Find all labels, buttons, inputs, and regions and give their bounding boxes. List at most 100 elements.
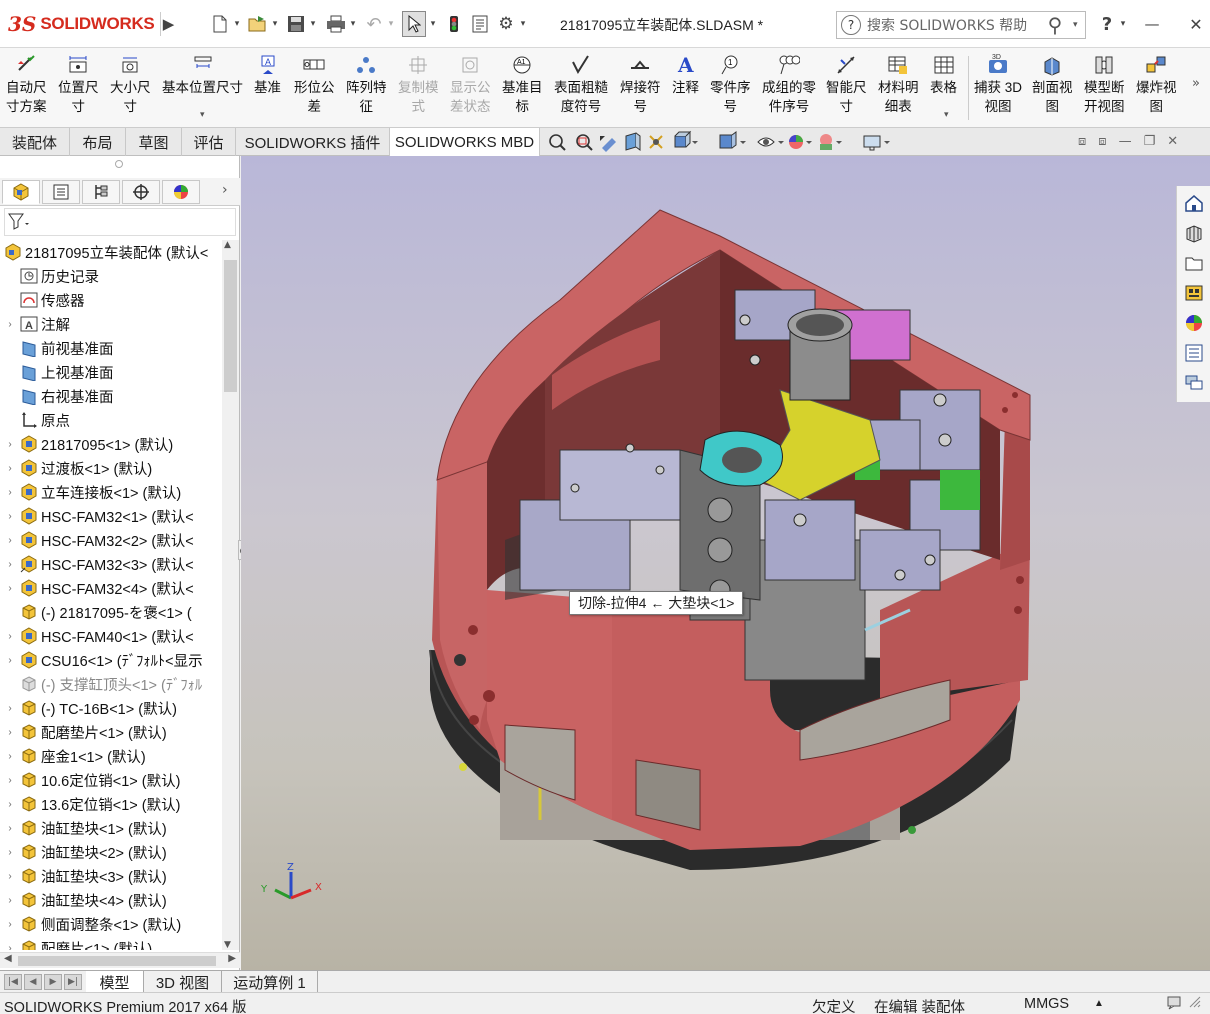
tree-item[interactable]: 历史记录 bbox=[0, 264, 222, 288]
tree-expand-chevron-icon[interactable]: › bbox=[4, 943, 16, 951]
command-model-break-view[interactable]: 模型断 开视图 bbox=[1084, 54, 1125, 116]
undo-icon[interactable]: ↶ bbox=[362, 12, 386, 36]
command-capture-3d-view[interactable]: 3D 捕获 3D 视图 bbox=[974, 54, 1022, 116]
tree-item[interactable]: › (-) TC-16B<1> (默认) bbox=[0, 696, 222, 720]
tab-2[interactable]: 草图 bbox=[126, 128, 182, 156]
command-copy-scheme[interactable]: 复制模式 bbox=[398, 54, 439, 116]
tree-item[interactable]: 上视基准面 bbox=[0, 360, 222, 384]
graphics-area[interactable]: Y Z X bbox=[241, 156, 1210, 970]
panel-tabs-more-icon[interactable]: › bbox=[222, 182, 228, 198]
print-dropdown-icon[interactable]: ▾ bbox=[348, 12, 358, 36]
tree-expand-chevron-icon[interactable]: › bbox=[4, 871, 16, 882]
appearances-scenes-icon[interactable] bbox=[1181, 310, 1207, 336]
tree-scroll-thumb[interactable] bbox=[224, 260, 237, 392]
viewport-close-icon[interactable]: ✕ bbox=[1167, 134, 1178, 152]
command-geometric-tolerance[interactable]: 形位公差 bbox=[294, 54, 335, 116]
tree-expand-chevron-icon[interactable]: › bbox=[4, 559, 16, 570]
menu-expand-arrow-icon[interactable]: ▶ bbox=[160, 12, 176, 36]
tree-item[interactable]: › 过渡板<1> (默认) bbox=[0, 456, 222, 480]
property-manager-tab-icon[interactable] bbox=[42, 180, 80, 204]
tree-item[interactable]: › 配磨垫片<1> (默认) bbox=[0, 720, 222, 744]
tree-expand-chevron-icon[interactable]: › bbox=[4, 463, 16, 474]
tree-expand-chevron-icon[interactable]: › bbox=[4, 439, 16, 450]
command-weld-symbol[interactable]: 焊接符号 bbox=[620, 54, 661, 116]
tree-item[interactable]: › 油缸垫块<3> (默认) bbox=[0, 864, 222, 888]
tree-item[interactable]: › HSC-FAM32<2> (默认< bbox=[0, 528, 222, 552]
section-view-toggle-icon[interactable] bbox=[625, 132, 641, 151]
next-tab-icon[interactable]: ▶ bbox=[44, 974, 62, 990]
viewport-tile-right-icon[interactable]: ⧈ bbox=[1098, 134, 1106, 152]
save-icon[interactable] bbox=[284, 12, 308, 36]
tree-filter-box[interactable] bbox=[4, 208, 236, 236]
display-manager-tab-icon[interactable] bbox=[162, 180, 200, 204]
save-dropdown-icon[interactable]: ▾ bbox=[308, 12, 318, 36]
command-bom[interactable]: 材料明 细表 bbox=[878, 54, 919, 116]
feature-manager-tab-icon[interactable] bbox=[2, 180, 40, 204]
tab-4[interactable]: SOLIDWORKS 插件 bbox=[236, 128, 390, 156]
options-dropdown-icon[interactable]: ▾ bbox=[518, 12, 528, 36]
bottom-tab-1[interactable]: 3D 视图 bbox=[144, 971, 222, 993]
prev-tab-icon[interactable]: ◀ bbox=[24, 974, 42, 990]
view-palette-icon[interactable] bbox=[1181, 280, 1207, 306]
bottom-tab-2[interactable]: 运动算例 1 bbox=[222, 971, 318, 993]
command-smart-dimension[interactable]: 智能尺寸 bbox=[826, 54, 867, 116]
file-properties-icon[interactable] bbox=[468, 12, 492, 36]
command-surface-finish[interactable]: 表面粗糙 度符号 bbox=[554, 54, 608, 116]
help-dropdown-icon[interactable]: ▾ bbox=[1118, 12, 1128, 36]
notification-icon[interactable] bbox=[1166, 994, 1182, 1014]
tree-item[interactable]: › HSC-FAM32<3> (默认< bbox=[0, 552, 222, 576]
tree-expand-chevron-icon[interactable]: › bbox=[4, 487, 16, 498]
command-section-view[interactable]: 剖面视图 bbox=[1032, 54, 1073, 116]
rebuild-traffic-light-icon[interactable] bbox=[444, 12, 464, 36]
tree-item[interactable]: › 21817095<1> (默认) bbox=[0, 432, 222, 456]
tree-item[interactable]: › 10.6定位销<1> (默认) bbox=[0, 768, 222, 792]
command-basic-location-dimension[interactable]: 基本位置尺寸 bbox=[162, 54, 243, 97]
undo-dropdown-icon[interactable]: ▾ bbox=[386, 12, 396, 36]
tab-0[interactable]: 装配体 bbox=[0, 128, 70, 156]
tree-item[interactable]: 右视基准面 bbox=[0, 384, 222, 408]
display-style-icon[interactable] bbox=[719, 131, 746, 149]
edit-appearance-icon[interactable] bbox=[789, 135, 812, 149]
command-dropdown-icon[interactable]: ▾ bbox=[200, 110, 205, 120]
tree-item[interactable]: (-) 21817095-を褒<1> ( bbox=[0, 600, 222, 624]
command-datum-target[interactable]: A1 基准目标 bbox=[502, 54, 543, 116]
panel-collapse-handle[interactable] bbox=[115, 160, 123, 168]
command-exploded-view[interactable]: 爆炸视图 bbox=[1136, 54, 1177, 116]
command-size-dimension[interactable]: 大小尺寸 bbox=[110, 54, 151, 116]
tree-expand-chevron-icon[interactable]: › bbox=[4, 319, 16, 330]
dynamic-annotation-view-icon[interactable] bbox=[649, 135, 663, 149]
tree-expand-chevron-icon[interactable]: › bbox=[4, 583, 16, 594]
command-datum[interactable]: A 基准 bbox=[254, 54, 281, 97]
command-pattern-feature[interactable]: 阵列特征 bbox=[346, 54, 387, 116]
units-dropdown-icon[interactable]: ▲ bbox=[1094, 998, 1104, 1009]
options-gear-icon[interactable]: ⚙ bbox=[494, 12, 518, 36]
tab-5[interactable]: SOLIDWORKS MBD bbox=[390, 128, 540, 156]
tree-horizontal-thumb[interactable] bbox=[18, 956, 216, 966]
tree-item[interactable]: (-) 支撑缸顶头<1> (ﾃﾞﾌｫﾙ bbox=[0, 672, 222, 696]
bottom-tab-0[interactable]: 模型 bbox=[86, 971, 144, 993]
tree-expand-chevron-icon[interactable]: › bbox=[4, 703, 16, 714]
command-note[interactable]: A 注释 bbox=[672, 54, 699, 97]
tree-expand-chevron-icon[interactable]: › bbox=[4, 799, 16, 810]
tree-item[interactable]: › 配磨片<1> (默认) bbox=[0, 936, 222, 950]
design-library-icon[interactable] bbox=[1181, 220, 1207, 246]
tree-item[interactable]: › 13.6定位销<1> (默认) bbox=[0, 792, 222, 816]
tab-1[interactable]: 布局 bbox=[70, 128, 126, 156]
solidworks-logo[interactable]: 3S SOLIDWORKS bbox=[8, 8, 158, 40]
tree-expand-chevron-icon[interactable]: › bbox=[4, 847, 16, 858]
tree-item[interactable]: › 立车连接板<1> (默认) bbox=[0, 480, 222, 504]
zoom-to-fit-icon[interactable] bbox=[549, 134, 566, 151]
apply-scene-icon[interactable] bbox=[820, 134, 842, 150]
new-document-icon[interactable] bbox=[208, 12, 232, 36]
tree-item[interactable]: › 油缸垫块<2> (默认) bbox=[0, 840, 222, 864]
tree-item[interactable]: 传感器 bbox=[0, 288, 222, 312]
tree-expand-chevron-icon[interactable]: › bbox=[4, 775, 16, 786]
open-document-icon[interactable] bbox=[246, 12, 270, 36]
scroll-up-icon[interactable]: ▲ bbox=[224, 240, 231, 250]
status-units[interactable]: MMGS bbox=[1024, 996, 1069, 1012]
scroll-right-icon[interactable]: ▶ bbox=[228, 953, 236, 964]
tree-item[interactable]: 21817095立车装配体 (默认< bbox=[0, 240, 222, 264]
tree-item[interactable]: 前视基准面 bbox=[0, 336, 222, 360]
scroll-left-icon[interactable]: ◀ bbox=[4, 953, 12, 964]
file-explorer-icon[interactable] bbox=[1181, 250, 1207, 276]
